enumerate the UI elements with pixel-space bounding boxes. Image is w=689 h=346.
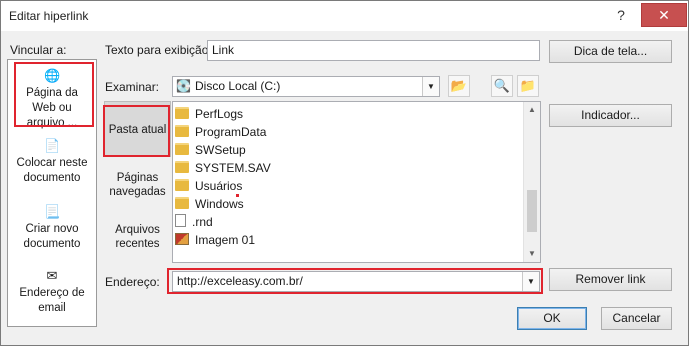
nav-recent-line2: recentes (115, 238, 160, 250)
image-file-icon (175, 233, 189, 245)
close-button[interactable]: ✕ (641, 3, 687, 27)
list-item[interactable]: .rnd (175, 213, 213, 231)
file-name: Imagem 01 (195, 233, 256, 247)
list-item[interactable]: ProgramData (175, 123, 266, 141)
chevron-down-icon[interactable]: ▼ (422, 77, 439, 96)
display-text-label: Texto para exibição: (105, 43, 212, 57)
new-document-icon: 📃 (44, 204, 61, 219)
list-item[interactable]: Imagem 01 (175, 231, 255, 249)
list-item[interactable]: Windows (175, 195, 244, 213)
list-item[interactable]: SWSetup (175, 141, 246, 159)
browse-file-icon[interactable]: 📁 (517, 75, 539, 97)
dialog-title: Editar hiperlink (9, 9, 89, 23)
browse-web-icon[interactable]: 🔍 (491, 75, 513, 97)
folder-icon (175, 179, 189, 191)
folder-up-icon[interactable]: 📂 (448, 75, 470, 97)
link-to-this-document[interactable]: 📄 Colocar neste documento (8, 138, 96, 186)
nav-recent-line1: Arquivos (115, 224, 160, 236)
file-name: ProgramData (195, 125, 267, 139)
display-text-input[interactable]: Link (207, 40, 540, 61)
ok-button[interactable]: OK (517, 307, 587, 330)
screen-tip-button[interactable]: Dica de tela... (549, 40, 672, 63)
look-in-value: Disco Local (C:) (195, 79, 281, 93)
bookmark-button[interactable]: Indicador... (549, 104, 672, 127)
look-in-combo[interactable]: 💽 Disco Local (C:) ▼ (172, 76, 440, 97)
file-list[interactable]: PerfLogs ProgramData SWSetup SYSTEM.SAV … (172, 101, 541, 263)
link-to-new-line2: documento (23, 238, 81, 250)
highlight-address (167, 268, 543, 294)
highlight-web-page (14, 62, 94, 127)
scroll-down-icon[interactable]: ▼ (524, 246, 540, 262)
file-name: SWSetup (195, 143, 246, 157)
help-button[interactable]: ? (608, 3, 634, 27)
highlight-current-folder (103, 105, 170, 157)
document-place-icon: 📄 (44, 138, 61, 153)
file-name: Windows (195, 197, 244, 211)
edit-hyperlink-dialog: Editar hiperlink ? ✕ Vincular a: 🌐 Págin… (0, 0, 689, 346)
link-to-new-line1: Criar novo (25, 223, 79, 235)
file-name: SYSTEM.SAV (195, 161, 271, 175)
link-to-heading: Vincular a: (10, 43, 67, 57)
title-bar: Editar hiperlink ? ✕ (1, 1, 688, 31)
file-list-scrollbar[interactable]: ▲ ▼ (523, 102, 540, 262)
folder-icon (175, 161, 189, 173)
file-icon (175, 214, 186, 227)
drive-icon: 💽 (176, 79, 191, 93)
nav-browsed-pages[interactable]: Páginas navegadas (104, 171, 171, 199)
link-to-place-line1: Colocar neste (16, 157, 88, 169)
nav-browsed-line2: navegadas (109, 186, 166, 198)
folder-icon (175, 143, 189, 155)
remove-link-button[interactable]: Remover link (549, 268, 672, 291)
cancel-button[interactable]: Cancelar (601, 307, 672, 330)
scroll-up-icon[interactable]: ▲ (524, 102, 540, 118)
folder-icon (175, 197, 189, 209)
link-to-new-document[interactable]: 📃 Criar novo documento (8, 204, 96, 252)
link-to-place-line2: documento (23, 172, 81, 184)
list-item[interactable]: SYSTEM.SAV (175, 159, 271, 177)
address-label: Endereço: (105, 275, 160, 289)
look-in-label: Examinar: (105, 80, 160, 94)
marker-dot (236, 194, 239, 197)
file-name: Usuários (195, 179, 243, 193)
nav-browsed-line1: Páginas (116, 172, 159, 184)
link-to-email-line1: Endereço de (19, 287, 85, 299)
nav-recent-files[interactable]: Arquivos recentes (104, 223, 171, 251)
folder-icon (175, 107, 189, 119)
file-name: .rnd (192, 215, 213, 229)
link-to-email-line2: email (38, 302, 66, 314)
email-icon: ✉ (46, 268, 58, 283)
list-item[interactable]: PerfLogs (175, 105, 243, 123)
folder-icon (175, 125, 189, 137)
scroll-thumb[interactable] (527, 190, 537, 232)
link-to-email[interactable]: ✉ Endereço de email (8, 268, 96, 316)
list-item[interactable]: Usuários (175, 177, 242, 195)
file-name: PerfLogs (195, 107, 244, 121)
